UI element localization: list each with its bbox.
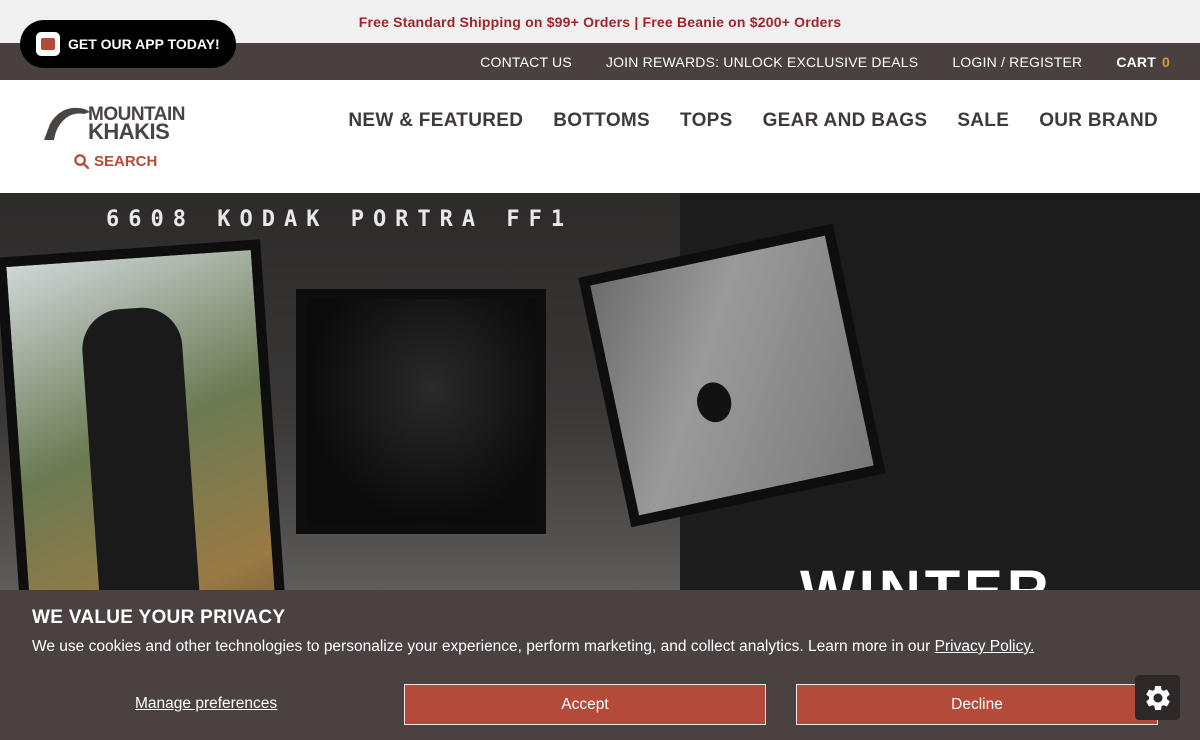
main-nav: NEW & FEATURED BOTTOMS TOPS GEAR AND BAG… xyxy=(348,110,1158,132)
app-download-button[interactable]: GET OUR APP TODAY! xyxy=(20,20,236,68)
search-label: SEARCH xyxy=(94,153,158,170)
search-button[interactable]: SEARCH xyxy=(74,153,157,170)
rewards-link[interactable]: JOIN REWARDS: UNLOCK EXCLUSIVE DEALS xyxy=(606,54,918,70)
cookie-body: We use cookies and other technologies to… xyxy=(32,638,1034,656)
privacy-policy-link[interactable]: Privacy Policy. xyxy=(935,638,1035,655)
promo-text: Free Standard Shipping on $99+ Orders | … xyxy=(358,13,842,30)
main-header: MOUNTAIN KHAKIS SEARCH NEW & FEATURED BO… xyxy=(0,80,1200,193)
nav-our-brand[interactable]: OUR BRAND xyxy=(1039,110,1158,132)
hero-film-text: 6608 KODAK PORTRA FF1 xyxy=(106,207,574,232)
mountain-logo-icon xyxy=(44,107,90,140)
hero-photo-fleece-sleeve xyxy=(578,223,886,528)
app-logo-icon xyxy=(36,32,60,56)
login-link[interactable]: LOGIN / REGISTER xyxy=(952,54,1082,70)
logo-line-2: KHAKIS xyxy=(88,119,170,144)
nav-gear-and-bags[interactable]: GEAR AND BAGS xyxy=(763,110,928,132)
nav-tops[interactable]: TOPS xyxy=(680,110,733,132)
search-icon xyxy=(74,154,89,169)
cart-link[interactable]: CART 0 xyxy=(1116,54,1170,70)
sleeve-patch xyxy=(693,379,735,426)
cart-count: 0 xyxy=(1162,53,1170,70)
nav-bottoms[interactable]: BOTTOMS xyxy=(553,110,650,132)
manage-preferences-link[interactable]: Manage preferences xyxy=(135,695,277,713)
contact-link[interactable]: CONTACT US xyxy=(480,54,572,70)
cookie-settings-button[interactable] xyxy=(1135,675,1180,720)
person-silhouette xyxy=(79,305,201,612)
utility-links: CONTACT US JOIN REWARDS: UNLOCK EXCLUSIV… xyxy=(480,43,1200,80)
decline-button[interactable]: Decline xyxy=(796,684,1158,725)
app-download-label: GET OUR APP TODAY! xyxy=(68,36,220,52)
cookie-body-text: We use cookies and other technologies to… xyxy=(32,638,931,655)
site-logo[interactable]: MOUNTAIN KHAKIS xyxy=(44,105,208,146)
nav-new-featured[interactable]: NEW & FEATURED xyxy=(348,110,523,132)
cookie-banner: WE VALUE YOUR PRIVACY We use cookies and… xyxy=(0,590,1200,740)
gear-icon xyxy=(1145,685,1170,710)
logo-wordmark: MOUNTAIN KHAKIS xyxy=(88,105,185,144)
hero-photo-puffer-jacket xyxy=(296,289,546,534)
cart-label: CART xyxy=(1116,53,1156,70)
accept-button[interactable]: Accept xyxy=(404,684,766,725)
nav-sale[interactable]: SALE xyxy=(957,110,1009,132)
cookie-title: WE VALUE YOUR PRIVACY xyxy=(32,607,286,628)
